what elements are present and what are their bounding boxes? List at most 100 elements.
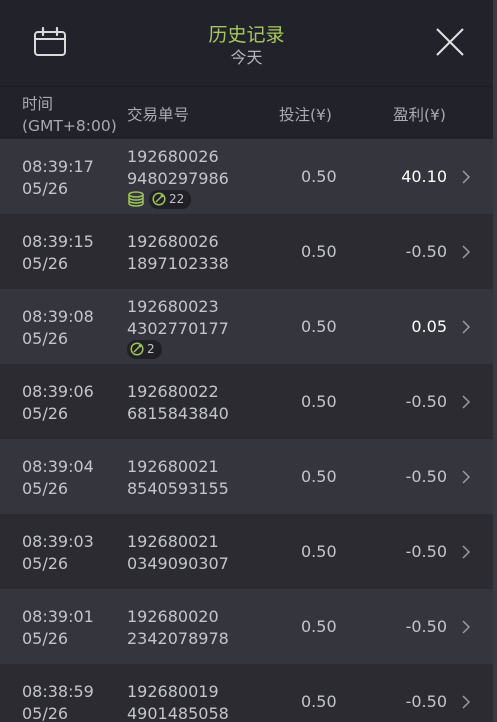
row-datetime: 08:39:15 05/26: [22, 231, 94, 275]
column-header: 时间 (GMT+8:00) 交易单号 投注(¥) 盈利(¥): [0, 87, 493, 139]
chevron-right-icon: [462, 695, 471, 709]
column-time: 时间 (GMT+8:00): [22, 93, 117, 137]
row-badges: 2: [127, 339, 162, 359]
row-bet: 0.50: [301, 317, 337, 336]
column-order: 交易单号: [127, 106, 190, 124]
row-order: 192680026 1897102338: [127, 231, 229, 275]
row-datetime: 08:39:03 05/26: [22, 531, 94, 575]
row-datetime: 08:39:04 05/26: [22, 456, 94, 500]
row-bet: 0.50: [301, 242, 337, 261]
row-order-line2: 4901485058: [127, 704, 229, 722]
row-order-line1: 192680022: [127, 382, 219, 401]
row-time: 08:39:15: [22, 232, 94, 251]
row-profit: -0.50: [405, 617, 447, 636]
row-bet: 0.50: [301, 617, 337, 636]
row-bet: 0.50: [301, 542, 337, 561]
row-order-line2: 4302770177: [127, 319, 229, 338]
chevron-right-icon: [462, 395, 471, 409]
history-row[interactable]: 08:39:03 05/26 192680021 0349090307 0.50…: [0, 514, 493, 589]
chevron-right-icon: [462, 620, 471, 634]
history-row[interactable]: 08:39:15 05/26 192680026 1897102338 0.50…: [0, 214, 493, 289]
row-order: 192680026 9480297986: [127, 146, 229, 190]
row-profit: 40.10: [401, 167, 447, 186]
row-order-line2: 1897102338: [127, 254, 229, 273]
close-icon: [436, 28, 464, 56]
chevron-right-icon: [462, 245, 471, 259]
row-time: 08:39:01: [22, 607, 94, 626]
row-order-line2: 0349090307: [127, 554, 229, 573]
title-block: 历史记录 今天: [0, 22, 493, 68]
row-order-line2: 9480297986: [127, 169, 229, 188]
row-datetime: 08:38:59 05/26: [22, 681, 94, 722]
chevron-right-icon: [462, 545, 471, 559]
history-panel: 历史记录 今天 时间 (GMT+8:00) 交易单号 投注(¥) 盈利(¥) 0…: [0, 0, 497, 722]
row-datetime: 08:39:01 05/26: [22, 606, 94, 650]
row-time: 08:39:03: [22, 532, 94, 551]
history-row[interactable]: 08:39:17 05/26 192680026 9480297986 22 0…: [0, 139, 493, 214]
close-button[interactable]: [432, 24, 468, 60]
row-bet: 0.50: [301, 392, 337, 411]
row-order-line1: 192680021: [127, 532, 219, 551]
row-order-line1: 192680023: [127, 297, 219, 316]
row-profit: -0.50: [405, 392, 447, 411]
row-order: 192680022 6815843840: [127, 381, 229, 425]
row-time: 08:39:04: [22, 457, 94, 476]
row-order: 192680020 2342078978: [127, 606, 229, 650]
row-date: 05/26: [22, 404, 69, 423]
row-bet: 0.50: [301, 167, 337, 186]
row-date: 05/26: [22, 704, 69, 722]
chevron-right-icon: [462, 470, 471, 484]
history-row[interactable]: 08:39:08 05/26 192680023 4302770177 2 0.…: [0, 289, 493, 364]
row-order: 192680021 0349090307: [127, 531, 229, 575]
column-time-label: 时间: [22, 95, 54, 113]
row-datetime: 08:39:17 05/26: [22, 156, 94, 200]
row-time: 08:39:06: [22, 382, 94, 401]
date-filter-label: 今天: [230, 48, 263, 67]
header-bar: 历史记录 今天: [0, 0, 493, 87]
row-datetime: 08:39:06 05/26: [22, 381, 94, 425]
row-order-line2: 6815843840: [127, 404, 229, 423]
row-order: 192680021 8540593155: [127, 456, 229, 500]
row-time: 08:39:08: [22, 307, 94, 326]
row-datetime: 08:39:08 05/26: [22, 306, 94, 350]
row-bet: 0.50: [301, 467, 337, 486]
history-row[interactable]: 08:39:04 05/26 192680021 8540593155 0.50…: [0, 439, 493, 514]
row-profit: -0.50: [405, 692, 447, 711]
column-bet: 投注(¥): [279, 106, 332, 124]
row-bet: 0.50: [301, 692, 337, 711]
history-list: 08:39:17 05/26 192680026 9480297986 22 0…: [0, 139, 493, 722]
row-order-line1: 192680026: [127, 232, 219, 251]
ball-icon: [130, 342, 144, 356]
row-date: 05/26: [22, 479, 69, 498]
row-order-line1: 192680019: [127, 682, 219, 701]
row-profit: -0.50: [405, 467, 447, 486]
row-order-line1: 192680020: [127, 607, 219, 626]
history-row[interactable]: 08:39:01 05/26 192680020 2342078978 0.50…: [0, 589, 493, 664]
row-date: 05/26: [22, 329, 69, 348]
row-profit: -0.50: [405, 242, 447, 261]
row-order-line1: 192680021: [127, 457, 219, 476]
column-profit: 盈利(¥): [393, 106, 446, 124]
page-title: 历史记录: [208, 24, 285, 46]
ball-count-badge: 22: [149, 189, 192, 209]
row-order-line1: 192680026: [127, 147, 219, 166]
ball-count: 2: [147, 342, 155, 356]
column-timezone-label: (GMT+8:00): [22, 117, 117, 135]
chevron-right-icon: [462, 320, 471, 334]
row-order-line2: 2342078978: [127, 629, 229, 648]
row-badges: 22: [127, 189, 192, 209]
ball-count: 22: [169, 192, 185, 206]
row-date: 05/26: [22, 554, 69, 573]
row-date: 05/26: [22, 629, 69, 648]
history-row[interactable]: 08:38:59 05/26 192680019 4901485058 0.50…: [0, 664, 493, 722]
row-order-line2: 8540593155: [127, 479, 229, 498]
row-order: 192680023 4302770177: [127, 296, 229, 340]
row-date: 05/26: [22, 254, 69, 273]
history-row[interactable]: 08:39:06 05/26 192680022 6815843840 0.50…: [0, 364, 493, 439]
row-time: 08:38:59: [22, 682, 94, 701]
row-time: 08:39:17: [22, 157, 94, 176]
ball-count-badge: 2: [127, 339, 162, 359]
row-order: 192680019 4901485058: [127, 681, 229, 722]
row-date: 05/26: [22, 179, 69, 198]
row-profit: 0.05: [411, 317, 447, 336]
